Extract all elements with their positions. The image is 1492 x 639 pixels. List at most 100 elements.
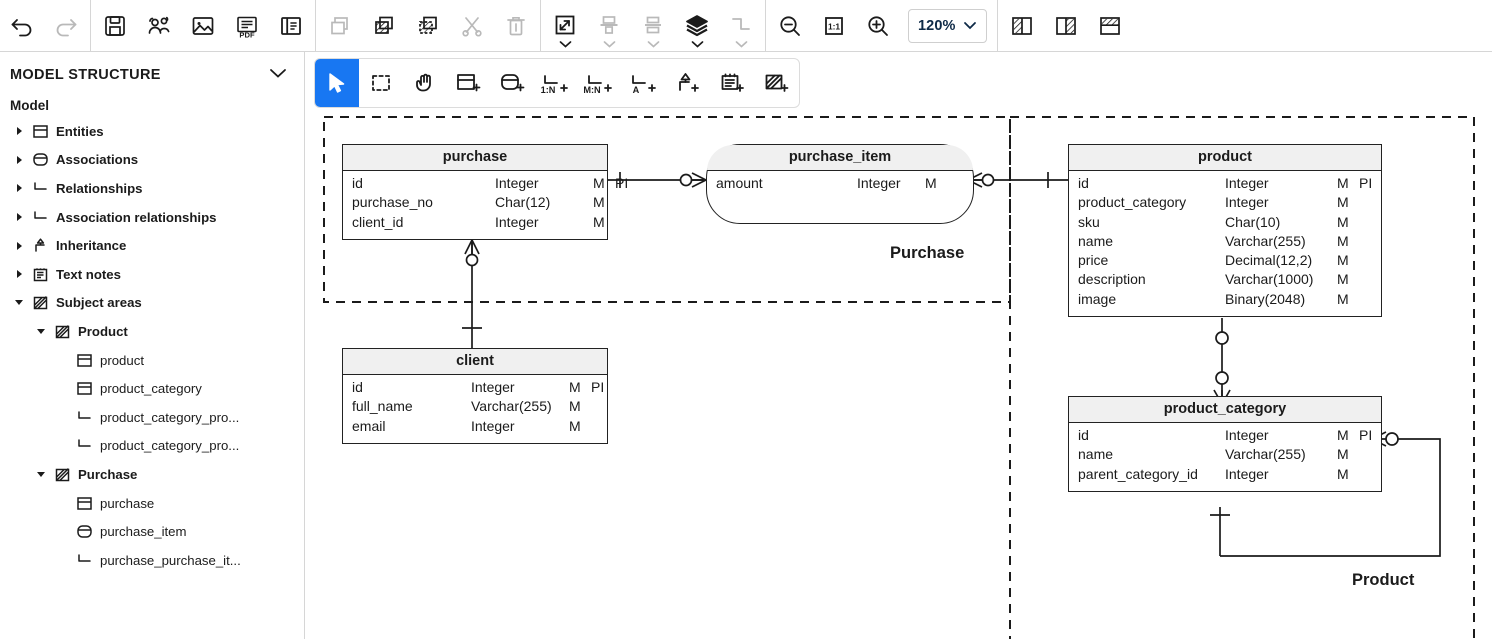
sidebar-item-purchase[interactable]: Purchase xyxy=(0,460,304,489)
subject-area-left-icon[interactable] xyxy=(1000,3,1044,49)
entity-attribute-row[interactable]: purchase_no Char(12) M xyxy=(343,194,607,213)
inheritance-icon xyxy=(28,236,52,255)
sidebar-item-subject-areas[interactable]: Subject areas xyxy=(0,289,304,318)
attribute-name: full_name xyxy=(352,398,413,415)
entity-purchase[interactable]: purchase id Integer M PI purchase_no Char(12)… xyxy=(342,144,628,240)
sidebar-item-product-category[interactable]: product_category xyxy=(0,374,304,403)
entity-attribute-row[interactable]: amount Integer M xyxy=(707,175,973,194)
subject-area-label-purchase: Purchase xyxy=(890,244,965,262)
entity-attribute-row[interactable]: id Integer M PI xyxy=(1069,175,1381,194)
sidebar-item-text-notes[interactable]: Text notes xyxy=(0,260,304,289)
chevron-right-icon[interactable] xyxy=(10,155,28,164)
entity-client[interactable]: client id Integer M PI full_name Varchar(255)… xyxy=(342,348,608,444)
subject-area-split-icon[interactable] xyxy=(1044,3,1088,49)
chevron-down-icon[interactable] xyxy=(719,40,763,48)
attribute-mandatory-flag: M xyxy=(569,398,581,415)
chevron-down-icon[interactable] xyxy=(587,40,631,48)
entity-attribute-row[interactable]: id Integer M PI xyxy=(1069,427,1381,446)
attribute-type: Integer xyxy=(1225,194,1269,211)
attribute-type: Integer xyxy=(1225,465,1269,482)
sidebar-item-label: Product xyxy=(78,323,128,339)
cut-scissors-icon[interactable] xyxy=(450,3,494,49)
entity-attribute-row[interactable]: name Varchar(255) M xyxy=(1069,446,1381,465)
entity-attribute-row[interactable]: id Integer M PI xyxy=(343,175,628,194)
sidebar-item-purchase-item[interactable]: purchase_item xyxy=(0,517,304,546)
tree-root-label[interactable]: Model xyxy=(0,92,304,117)
sidebar-header: MODEL STRUCTURE xyxy=(0,52,304,92)
sidebar-item-label: Inheritance xyxy=(56,238,127,254)
sidebar-item-relationships[interactable]: Relationships xyxy=(0,174,304,203)
relationship-icon xyxy=(72,408,96,427)
copy-icon[interactable] xyxy=(318,3,362,49)
chevron-down-icon[interactable] xyxy=(631,40,675,48)
sidebar-item-product-category-pro[interactable]: product_category_pro... xyxy=(0,403,304,432)
redo-icon[interactable] xyxy=(44,3,88,49)
sidebar-item-association-relationships[interactable]: Association relationships xyxy=(0,203,304,232)
zoom-actual-size-icon[interactable]: 1:1 xyxy=(812,3,856,49)
attribute-type: Binary(2048) xyxy=(1225,290,1306,307)
share-users-icon[interactable] xyxy=(137,3,181,49)
entity-attribute-row[interactable]: image Binary(2048) M xyxy=(1069,291,1381,310)
chevron-down-icon[interactable] xyxy=(10,300,28,306)
zoom-in-icon[interactable] xyxy=(856,3,900,49)
toolbar-group-clipboard xyxy=(318,0,538,52)
attribute-mandatory-flag: M xyxy=(1337,252,1349,269)
entity-attribute-row[interactable]: full_name Varchar(255) M xyxy=(343,398,607,417)
entity-attribute-row[interactable]: email Integer M xyxy=(343,418,607,437)
toggle-panel-icon[interactable] xyxy=(269,3,313,49)
entity-attribute-row[interactable]: product_category Integer M xyxy=(1069,194,1381,213)
sidebar-item-associations[interactable]: Associations xyxy=(0,146,304,175)
entity-attribute-row[interactable]: name Varchar(255) M xyxy=(1069,233,1381,252)
chevron-right-icon[interactable] xyxy=(10,241,28,250)
attribute-type: Integer xyxy=(857,175,901,191)
resize-icon[interactable] xyxy=(543,3,587,49)
entity-title: purchase xyxy=(343,145,607,171)
entity-attribute-row[interactable]: price Decimal(12,2) M xyxy=(1069,252,1381,271)
sidebar-item-purchase[interactable]: purchase xyxy=(0,489,304,518)
align-vertical-icon[interactable] xyxy=(587,3,631,49)
export-image-icon[interactable] xyxy=(181,3,225,49)
entity-product-category[interactable]: product_category id Integer M PI name Varchar… xyxy=(1068,396,1382,492)
chevron-right-icon[interactable] xyxy=(10,213,28,222)
entity-attribute-row[interactable]: description Varchar(1000) M xyxy=(1069,271,1381,290)
paste-icon[interactable] xyxy=(362,3,406,49)
entity-attribute-row[interactable]: id Integer M PI xyxy=(343,379,607,398)
subject-area-top-icon[interactable] xyxy=(1088,3,1132,49)
entity-purchase-item[interactable]: purchase_item amount Integer M xyxy=(706,144,974,224)
sidebar-item-purchase-purchase-it[interactable]: purchase_purchase_it... xyxy=(0,546,304,575)
attribute-mandatory-flag: M xyxy=(593,175,605,191)
diagram-canvas[interactable]: 1:N M:N A purchase id Integer M PI purch… xyxy=(306,52,1492,639)
chevron-down-icon[interactable] xyxy=(32,328,50,334)
entity-attribute-row[interactable]: parent_category_id Integer M xyxy=(1069,466,1381,485)
chevron-down-icon[interactable] xyxy=(675,40,719,48)
save-icon[interactable] xyxy=(93,3,137,49)
sidebar-item-label: product_category xyxy=(100,381,202,397)
chevron-right-icon[interactable] xyxy=(10,270,28,279)
layers-icon[interactable] xyxy=(675,3,719,49)
toolbar-divider xyxy=(996,0,998,52)
chevron-down-icon[interactable] xyxy=(543,40,587,48)
chevron-right-icon[interactable] xyxy=(10,127,28,136)
sidebar-item-product[interactable]: Product xyxy=(0,317,304,346)
sidebar-item-inheritance[interactable]: Inheritance xyxy=(0,231,304,260)
align-horizontal-icon[interactable] xyxy=(631,3,675,49)
entity-product[interactable]: product id Integer M PI product_category Inte… xyxy=(1068,144,1382,318)
chevron-right-icon[interactable] xyxy=(10,184,28,193)
sidebar-item-entities[interactable]: Entities xyxy=(0,117,304,146)
sidebar-item-product[interactable]: product xyxy=(0,346,304,375)
chevron-down-icon[interactable] xyxy=(268,66,288,84)
attribute-name: id xyxy=(1078,175,1089,191)
zoom-out-icon[interactable] xyxy=(768,3,812,49)
line-style-icon[interactable] xyxy=(719,3,763,49)
export-pdf-icon[interactable]: PDF xyxy=(225,3,269,49)
undo-icon[interactable] xyxy=(0,3,44,49)
delete-trash-icon[interactable] xyxy=(494,3,538,49)
paste-special-icon[interactable] xyxy=(406,3,450,49)
zoom-level-dropdown[interactable]: 120% xyxy=(908,8,987,43)
chevron-down-icon[interactable] xyxy=(32,471,50,477)
sidebar-title: MODEL STRUCTURE xyxy=(10,67,161,83)
entity-attribute-row[interactable]: client_id Integer M xyxy=(343,214,607,233)
zoom-level-value: 120% xyxy=(918,17,956,34)
sidebar-item-product-category-pro[interactable]: product_category_pro... xyxy=(0,432,304,461)
entity-attribute-row[interactable]: sku Char(10) M xyxy=(1069,214,1381,233)
